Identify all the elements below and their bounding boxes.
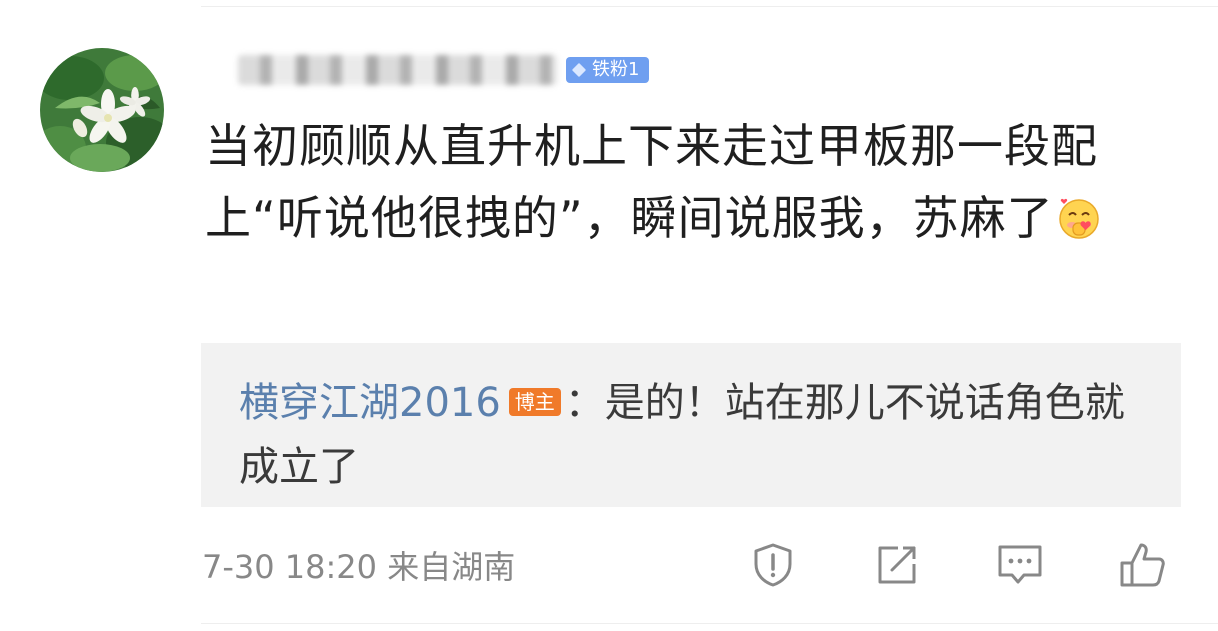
bottom-divider: [201, 623, 1218, 624]
fan-badge[interactable]: 铁粉1: [566, 57, 650, 83]
comment-button[interactable]: [995, 540, 1045, 590]
like-button[interactable]: [1118, 540, 1168, 590]
avatar[interactable]: [40, 48, 164, 172]
share-icon: [878, 546, 916, 584]
jasmine-flower-image: [40, 48, 164, 172]
top-divider: [201, 6, 1218, 7]
like-icon: [1120, 543, 1165, 587]
report-icon: [754, 543, 792, 587]
reply-author[interactable]: 横穿江湖2016: [239, 380, 501, 426]
comment-text: 当初顾顺从直升机上下来走过甲板那一段配上“听说他很拽的”，瞬间说服我，苏麻了: [205, 119, 1098, 245]
comment-author-name-redacted[interactable]: [238, 55, 558, 85]
report-button[interactable]: [748, 540, 798, 590]
comment-body: 当初顾顺从直升机上下来走过甲板那一段配上“听说他很拽的”，瞬间说服我，苏麻了: [205, 110, 1195, 254]
diamond-icon: [571, 62, 587, 78]
fan-badge-label: 铁粉1: [592, 59, 640, 80]
host-badge: 博主: [508, 388, 561, 416]
reply-content: 横穿江湖2016 博主 ：是的！站在那儿不说话角色就成立了: [239, 371, 1139, 499]
blogger-reply[interactable]: 横穿江湖2016 博主 ：是的！站在那儿不说话角色就成立了: [201, 343, 1181, 507]
comment-icon: [998, 545, 1042, 584]
comment-author-row: 铁粉1: [238, 52, 650, 88]
comment-timestamp: 7-30 18:20 来自湖南: [202, 548, 516, 586]
share-button[interactable]: [872, 540, 922, 590]
reply-separator: ：: [564, 380, 605, 426]
shy-face-emoji-icon: [1058, 198, 1099, 239]
